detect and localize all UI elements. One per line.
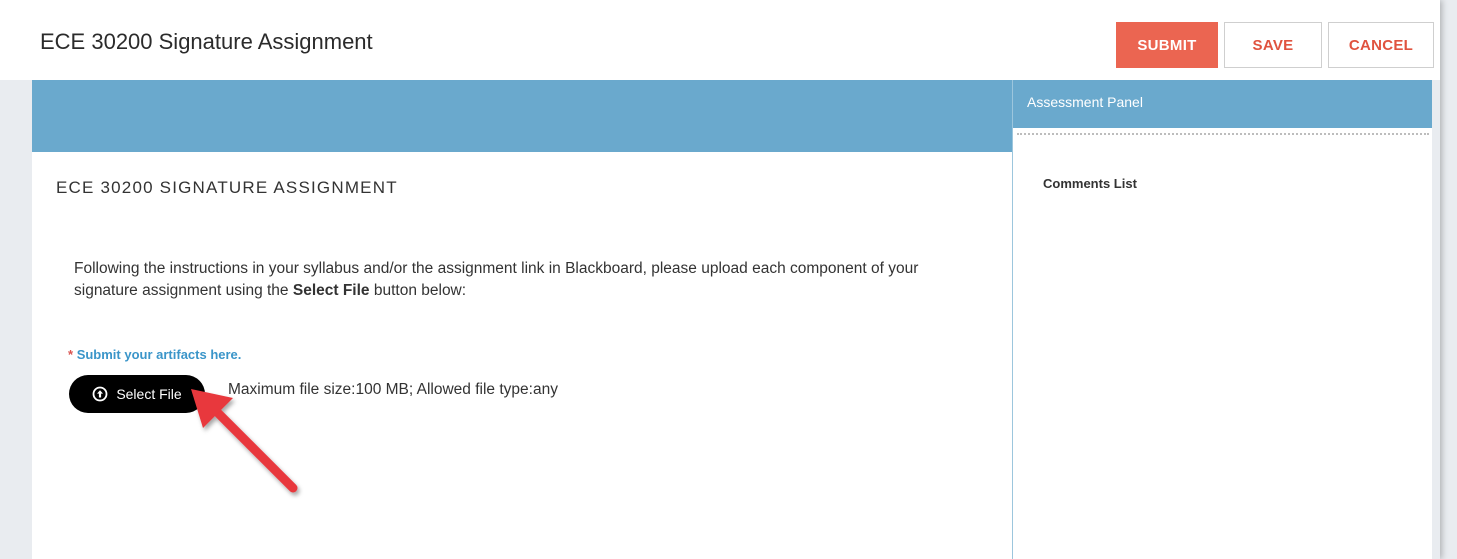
header-bar: ECE 30200 Signature Assignment SUBMIT SA… <box>0 0 1440 81</box>
app-window: ECE 30200 Signature Assignment SUBMIT SA… <box>0 0 1440 559</box>
panel-divider <box>1017 133 1429 135</box>
left-gutter <box>0 80 32 559</box>
assessment-panel: Assessment Panel Comments List <box>1012 80 1433 559</box>
instructions-part-1: Following the instructions in your sylla… <box>74 260 919 299</box>
required-asterisk: * <box>68 347 74 362</box>
select-file-button[interactable]: Select File <box>69 375 205 413</box>
upload-circle-icon <box>92 386 108 402</box>
instructions-text: Following the instructions in your sylla… <box>74 258 954 302</box>
instructions-bold: Select File <box>292 282 370 299</box>
required-field-label: * Submit your artifacts here. <box>68 347 241 362</box>
submit-button[interactable]: SUBMIT <box>1116 22 1218 68</box>
content-banner <box>32 80 1012 152</box>
cancel-button[interactable]: CANCEL <box>1328 22 1434 68</box>
instructions-part-2: button below: <box>369 282 467 299</box>
comments-list-title: Comments List <box>1043 176 1137 191</box>
section-title: ECE 30200 SIGNATURE ASSIGNMENT <box>56 178 398 197</box>
right-gutter <box>1432 80 1440 559</box>
assignment-content: ECE 30200 SIGNATURE ASSIGNMENT Following… <box>32 152 1012 559</box>
page-title: ECE 30200 Signature Assignment <box>40 29 373 54</box>
save-button[interactable]: SAVE <box>1224 22 1322 68</box>
select-file-label: Select File <box>116 386 182 402</box>
file-constraints-text: Maximum file size:100 MB; Allowed file t… <box>228 381 558 398</box>
required-label-text: Submit your artifacts here. <box>76 347 242 362</box>
assessment-panel-title: Assessment Panel <box>1013 80 1433 128</box>
